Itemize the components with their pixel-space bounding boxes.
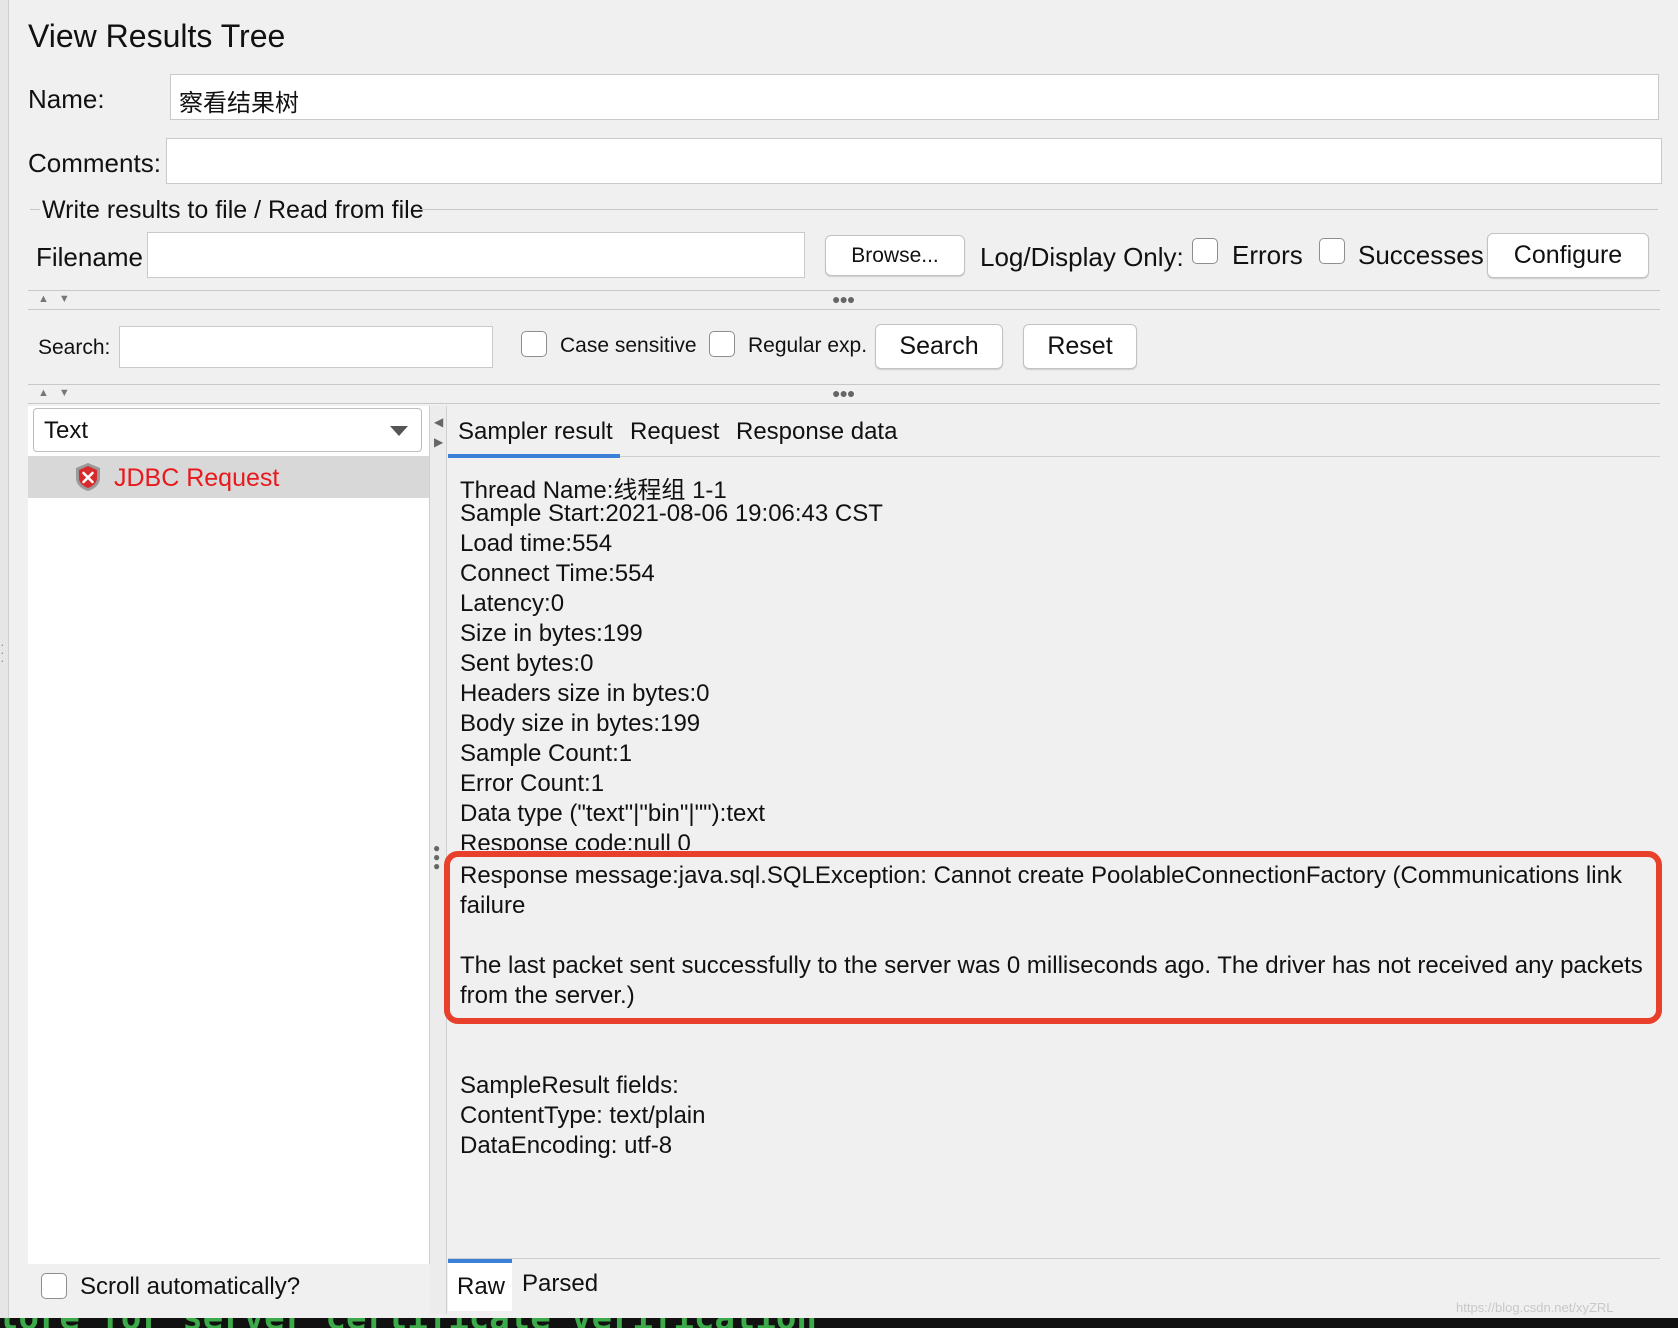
sampleresult-fields-title: SampleResult fields: <box>460 1072 679 1099</box>
result-line: Data type ("text"|"bin"|""):text <box>460 800 766 827</box>
tab-raw[interactable]: Raw <box>448 1259 512 1311</box>
result-line: Sample Count:1 <box>460 740 633 767</box>
log-display-only-label: Log/Display Only: <box>980 242 1184 272</box>
regular-exp-checkbox[interactable] <box>709 331 735 357</box>
tabs-baseline <box>448 456 1660 457</box>
errors-label: Errors <box>1232 240 1303 270</box>
file-section-border-right <box>418 209 1658 210</box>
search-input-value <box>120 327 492 341</box>
terminal-strip: tore for server certificate verification <box>0 1318 1678 1328</box>
vertical-splitter-arrows[interactable]: ◀ ▶ <box>434 412 443 452</box>
comments-label: Comments: <box>28 148 161 178</box>
configure-button[interactable]: Configure <box>1487 233 1649 278</box>
page-title: View Results Tree <box>28 18 286 54</box>
result-line: Error Count:1 <box>460 770 605 797</box>
splitter2-line-bottom <box>28 403 1660 404</box>
tab-sampler-result[interactable]: Sampler result <box>458 418 613 446</box>
bottom-tabs-line <box>448 1258 1660 1259</box>
result-line: Load time:554 <box>460 530 613 557</box>
tab-active-indicator <box>448 454 620 458</box>
case-sensitive-checkbox[interactable] <box>521 331 547 357</box>
left-edge-grip[interactable]: · · · <box>0 637 5 667</box>
file-section-border-left <box>30 209 40 210</box>
chevron-down-icon <box>390 426 408 436</box>
result-line: Headers size in bytes:0 <box>460 680 710 707</box>
case-sensitive-label: Case sensitive <box>560 334 697 357</box>
browse-button[interactable]: Browse... <box>825 235 965 276</box>
successes-label: Successes <box>1358 240 1484 270</box>
watermark: https://blog.csdn.net/xyZRL <box>1456 1300 1614 1315</box>
name-label: Name: <box>28 84 105 114</box>
result-line: Latency:0 <box>460 590 565 617</box>
regular-exp-label: Regular exp. <box>748 334 868 357</box>
tab-parsed[interactable]: Parsed <box>522 1270 598 1298</box>
search-input[interactable] <box>119 326 493 368</box>
renderer-select-value: Text <box>44 417 89 444</box>
response-message-line-1: Response message:java.sql.SQLException: … <box>460 862 1622 889</box>
splitter2-grip[interactable]: ●●● <box>832 385 855 401</box>
splitter-grip[interactable]: ●●● <box>832 291 855 307</box>
tab-request[interactable]: Request <box>630 418 719 446</box>
errors-checkbox[interactable] <box>1192 238 1218 264</box>
results-tree-panel <box>28 406 430 1264</box>
scroll-automatically-checkbox[interactable] <box>41 1273 67 1299</box>
tree-item-jdbc-request[interactable]: JDBC Request <box>28 456 429 498</box>
search-button[interactable]: Search <box>875 324 1003 369</box>
renderer-select[interactable]: Text <box>33 408 422 452</box>
splitter2-collapse-arrows[interactable]: ▲▼ <box>38 387 80 399</box>
error-shield-icon <box>76 463 100 491</box>
response-message-line-2: failure <box>460 892 526 919</box>
reset-button[interactable]: Reset <box>1023 324 1137 369</box>
scroll-automatically-label: Scroll automatically? <box>80 1273 301 1300</box>
result-line: Body size in bytes:199 <box>460 710 701 737</box>
name-field-value: 察看结果树 <box>179 90 299 117</box>
successes-checkbox[interactable] <box>1319 238 1345 264</box>
file-section-title: Write results to file / Read from file <box>42 196 424 224</box>
splitter-line-bottom <box>28 309 1660 310</box>
name-field[interactable]: 察看结果树 <box>170 74 1659 120</box>
filename-label: Filename <box>36 242 143 272</box>
filename-field-value <box>148 233 804 249</box>
splitter-collapse-arrows[interactable]: ▲▼ <box>38 293 80 305</box>
result-line: Connect Time:554 <box>460 560 655 587</box>
terminal-text: tore for server certificate verification <box>0 1318 817 1328</box>
result-line: Size in bytes:199 <box>460 620 643 647</box>
response-message-line-4: from the server.) <box>460 982 635 1009</box>
vertical-splitter-grip[interactable]: ● ● ● <box>433 842 440 872</box>
content-type-line: ContentType: text/plain <box>460 1102 706 1129</box>
tab-raw-label: Raw <box>457 1273 506 1300</box>
comments-field[interactable] <box>166 138 1662 184</box>
tree-item-label: JDBC Request <box>114 464 280 492</box>
result-line: Sent bytes:0 <box>460 650 594 677</box>
tab-response-data[interactable]: Response data <box>736 418 897 446</box>
comments-field-value <box>167 139 1661 155</box>
search-label: Search: <box>38 336 111 359</box>
filename-field[interactable] <box>147 232 805 278</box>
result-line: Response code:null 0 <box>460 830 691 850</box>
data-encoding-line: DataEncoding: utf-8 <box>460 1132 673 1159</box>
response-message-line-3: The last packet sent successfully to the… <box>460 952 1643 979</box>
result-line: Sample Start:2021-08-06 19:06:43 CST <box>460 500 883 527</box>
